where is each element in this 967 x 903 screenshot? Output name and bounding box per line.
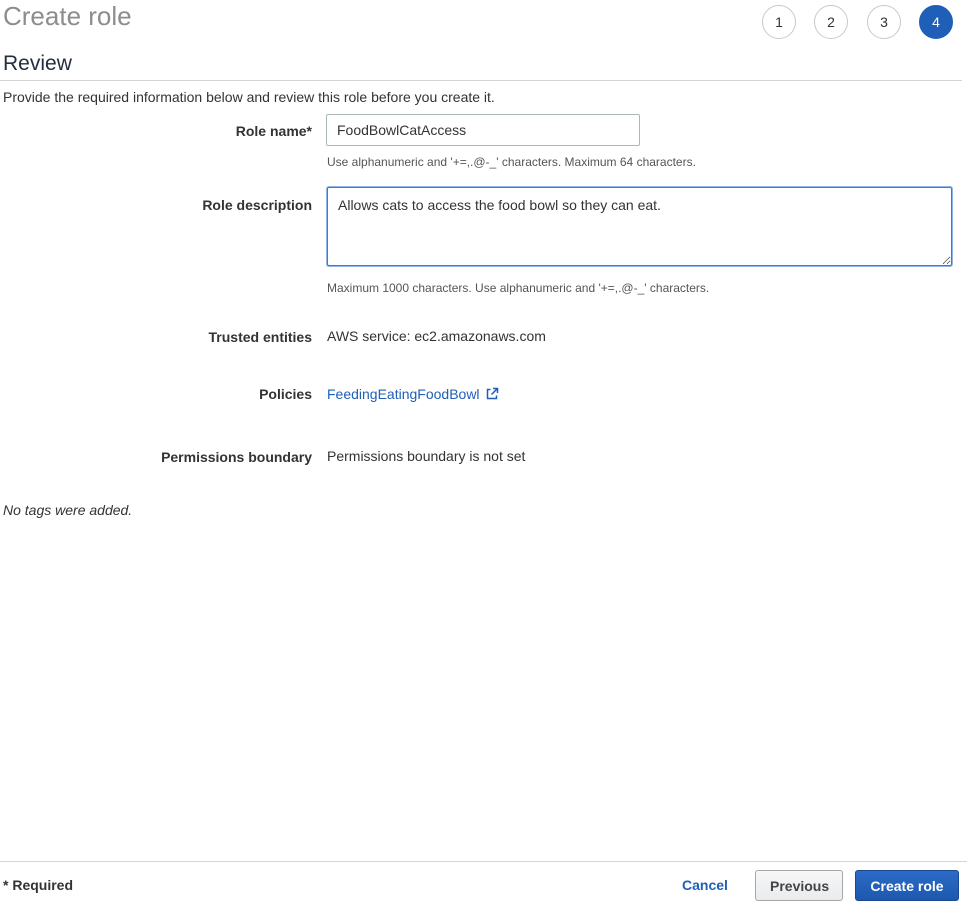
no-tags-message: No tags were added. xyxy=(3,502,133,518)
permissions-boundary-value: Permissions boundary is not set xyxy=(327,448,526,464)
role-description-label: Role description xyxy=(202,197,312,213)
trusted-entities-value: AWS service: ec2.amazonaws.com xyxy=(327,328,546,344)
create-role-button[interactable]: Create role xyxy=(855,870,959,901)
cancel-link[interactable]: Cancel xyxy=(682,877,728,893)
required-note: * Required xyxy=(3,877,74,893)
role-description-hint: Maximum 1000 characters. Use alphanumeri… xyxy=(327,281,710,295)
role-name-hint: Use alphanumeric and '+=,.@-_' character… xyxy=(327,155,696,169)
step-1[interactable]: 1 xyxy=(762,5,796,39)
step-4-current[interactable]: 4 xyxy=(919,5,953,39)
review-heading: Review xyxy=(3,52,72,75)
policy-link[interactable]: FeedingEatingFoodBowl xyxy=(327,386,499,404)
section-divider xyxy=(0,80,962,81)
trusted-entities-label: Trusted entities xyxy=(208,329,312,345)
page-title: Create role xyxy=(3,1,132,31)
step-3[interactable]: 3 xyxy=(867,5,901,39)
external-link-icon xyxy=(485,387,499,404)
footer-divider xyxy=(0,861,967,862)
role-description-textarea[interactable]: Allows cats to access the food bowl so t… xyxy=(327,187,952,266)
step-2[interactable]: 2 xyxy=(814,5,848,39)
policies-label: Policies xyxy=(259,386,312,402)
permissions-boundary-label: Permissions boundary xyxy=(161,449,312,465)
review-intro: Provide the required information below a… xyxy=(3,89,495,105)
policy-link-text: FeedingEatingFoodBowl xyxy=(327,386,480,402)
role-name-input[interactable] xyxy=(326,114,640,146)
role-name-label: Role name* xyxy=(235,123,312,139)
previous-button[interactable]: Previous xyxy=(755,870,843,901)
